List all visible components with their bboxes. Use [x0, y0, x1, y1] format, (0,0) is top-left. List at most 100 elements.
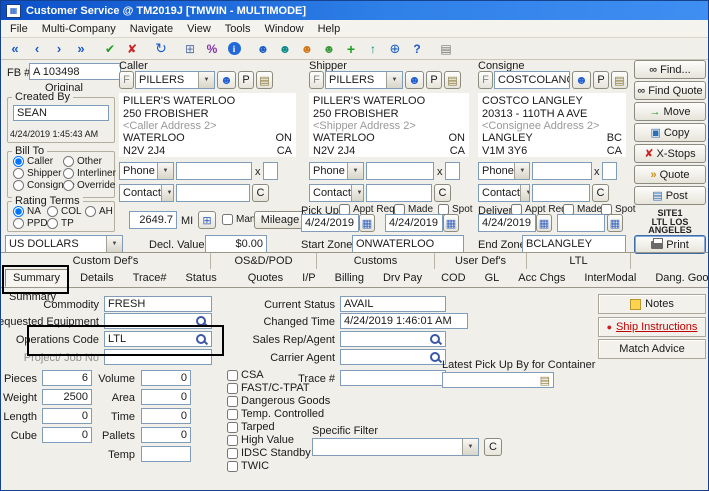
search-icon[interactable]: [195, 333, 208, 346]
rates-button[interactable]: %: [201, 38, 223, 59]
title-bar[interactable]: ▦ Customer Service @ TM2019J [TMWIN - MU…: [1, 1, 708, 20]
project-job-field[interactable]: [104, 349, 212, 365]
first-record-button[interactable]: «: [4, 38, 26, 59]
pieces-field[interactable]: 6: [42, 370, 92, 386]
length-field[interactable]: 0: [42, 408, 92, 424]
start-zone-field[interactable]: ONWATERLOO: [352, 235, 464, 253]
consignee-phone-type-combobox[interactable]: Phone ▼: [478, 162, 530, 180]
radio-input[interactable]: [63, 180, 74, 191]
tab-gl[interactable]: GL: [478, 269, 507, 287]
dropdown-arrow-icon[interactable]: ▼: [520, 185, 530, 201]
caller-ext-field[interactable]: [263, 162, 278, 180]
bill-to-interliner-radio[interactable]: Interliner: [63, 168, 116, 179]
tab-quotes[interactable]: Quotes: [241, 269, 290, 287]
deliver-date-from-calendar-button[interactable]: ▦: [536, 214, 552, 232]
specific-filter-c-button[interactable]: C: [484, 438, 502, 456]
drivers-button[interactable]: ☻: [296, 38, 318, 59]
add-record-button[interactable]: +: [340, 38, 362, 59]
consignee-contact-c-button[interactable]: C: [592, 184, 609, 202]
checkbox-input[interactable]: [222, 214, 233, 225]
caller-customer-button[interactable]: ☻: [217, 71, 236, 89]
dropdown-arrow-icon[interactable]: ▼: [386, 72, 402, 88]
radio-input[interactable]: [13, 156, 24, 167]
consignee-ext-field[interactable]: [602, 162, 617, 180]
tab-ltl[interactable]: LTL: [527, 253, 631, 269]
radio-input[interactable]: [63, 156, 74, 167]
dropdown-arrow-icon[interactable]: ▼: [198, 72, 214, 88]
requested-equipment-field[interactable]: [104, 313, 212, 329]
end-zone-field[interactable]: BCLANGLEY: [522, 235, 626, 253]
tab-ip[interactable]: I/P: [295, 269, 322, 287]
shipper-ext-field[interactable]: [445, 162, 460, 180]
tab-status[interactable]: Status: [179, 269, 224, 287]
deliver-date-to-calendar-button[interactable]: ▦: [607, 214, 623, 232]
tab-user-defs[interactable]: User Def's: [435, 253, 527, 269]
currency-combobox[interactable]: US DOLLARS ▼: [5, 235, 123, 253]
time-field[interactable]: 0: [141, 408, 191, 424]
caller-contact-c-button[interactable]: C: [252, 184, 269, 202]
dropdown-arrow-icon[interactable]: ▼: [161, 185, 174, 201]
find-button[interactable]: ∞ Find...: [634, 60, 706, 79]
search-icon[interactable]: [429, 333, 442, 346]
carrier-agent-field[interactable]: [340, 349, 446, 365]
tab-drv-pay[interactable]: Drv Pay: [376, 269, 429, 287]
rating-tp-radio[interactable]: TP: [47, 218, 74, 229]
upload-button[interactable]: ↑: [362, 38, 384, 59]
checkbox-input[interactable]: [227, 383, 238, 394]
sales-rep-field[interactable]: [340, 331, 446, 347]
consignee-p-button[interactable]: P: [593, 71, 609, 89]
rating-col-radio[interactable]: COL: [47, 206, 82, 217]
radio-input[interactable]: [63, 168, 74, 179]
radio-input[interactable]: [85, 206, 96, 217]
shipper-contact-field[interactable]: [366, 184, 432, 202]
fb-number-field[interactable]: A 103498: [29, 63, 121, 80]
prior-record-button[interactable]: ‹: [26, 38, 48, 59]
menu-help[interactable]: Help: [311, 22, 348, 36]
idsc-standby-checkbox[interactable]: IDSC Standby: [227, 447, 311, 459]
radio-input[interactable]: [47, 206, 58, 217]
trace-number-field[interactable]: [340, 370, 446, 386]
caller-contact-type-combobox[interactable]: Contact ▼: [119, 184, 174, 202]
caller-contact-field[interactable]: [176, 184, 250, 202]
volume-field[interactable]: 0: [141, 370, 191, 386]
tab-trace[interactable]: Trace#: [126, 269, 174, 287]
weight-field[interactable]: 2500: [42, 389, 92, 405]
mileage-button[interactable]: Mileage: [254, 211, 306, 229]
x-stops-button[interactable]: ✘ X-Stops: [634, 144, 706, 163]
shipper-p-button[interactable]: P: [426, 71, 442, 89]
menu-tools[interactable]: Tools: [218, 22, 258, 36]
tab-custom-defs[interactable]: Custom Def's: [1, 253, 211, 269]
area-field[interactable]: 0: [141, 389, 191, 405]
cancel-changes-button[interactable]: ✘: [121, 38, 143, 59]
dropdown-arrow-icon[interactable]: ▼: [351, 185, 364, 201]
consignee-contact-type-combobox[interactable]: Contact ▼: [478, 184, 530, 202]
tab-cod[interactable]: COD: [434, 269, 472, 287]
match-advice-button[interactable]: Match Advice: [598, 339, 706, 359]
latest-pickup-field[interactable]: ▤: [442, 372, 554, 388]
pickup-date-from-field[interactable]: 4/24/2019: [301, 214, 359, 232]
menu-view[interactable]: View: [180, 22, 218, 36]
operations-code-field[interactable]: LTL: [104, 331, 212, 347]
consignee-f-button[interactable]: F: [478, 71, 493, 89]
declared-value-field[interactable]: $0.00: [205, 235, 267, 253]
checkbox-input[interactable]: [227, 409, 238, 420]
calculator-button[interactable]: ⊞: [179, 38, 201, 59]
caller-phone-type-combobox[interactable]: Phone ▼: [119, 162, 174, 180]
search-icon[interactable]: [429, 351, 442, 364]
tab-acc-chgs[interactable]: Acc Chgs: [511, 269, 572, 287]
help-button[interactable]: ?: [406, 38, 428, 59]
caller-p-button[interactable]: P: [238, 71, 254, 89]
bill-to-shipper-radio[interactable]: Shipper: [13, 168, 61, 179]
deliver-date-to-field[interactable]: [557, 214, 605, 232]
last-record-button[interactable]: »: [70, 38, 92, 59]
created-by-user-field[interactable]: SEAN: [13, 105, 109, 121]
rating-na-radio[interactable]: NA: [13, 206, 41, 217]
personnel-button[interactable]: ☻: [318, 38, 340, 59]
checkbox-input[interactable]: [227, 422, 238, 433]
caller-f-button[interactable]: F: [119, 71, 134, 89]
deliver-date-from-field[interactable]: 4/24/2019: [478, 214, 536, 232]
move-button[interactable]: → Move: [634, 102, 706, 121]
find-quote-button[interactable]: ∞ Find Quote: [634, 81, 706, 100]
radio-input[interactable]: [13, 218, 24, 229]
menu-navigate[interactable]: Navigate: [123, 22, 180, 36]
